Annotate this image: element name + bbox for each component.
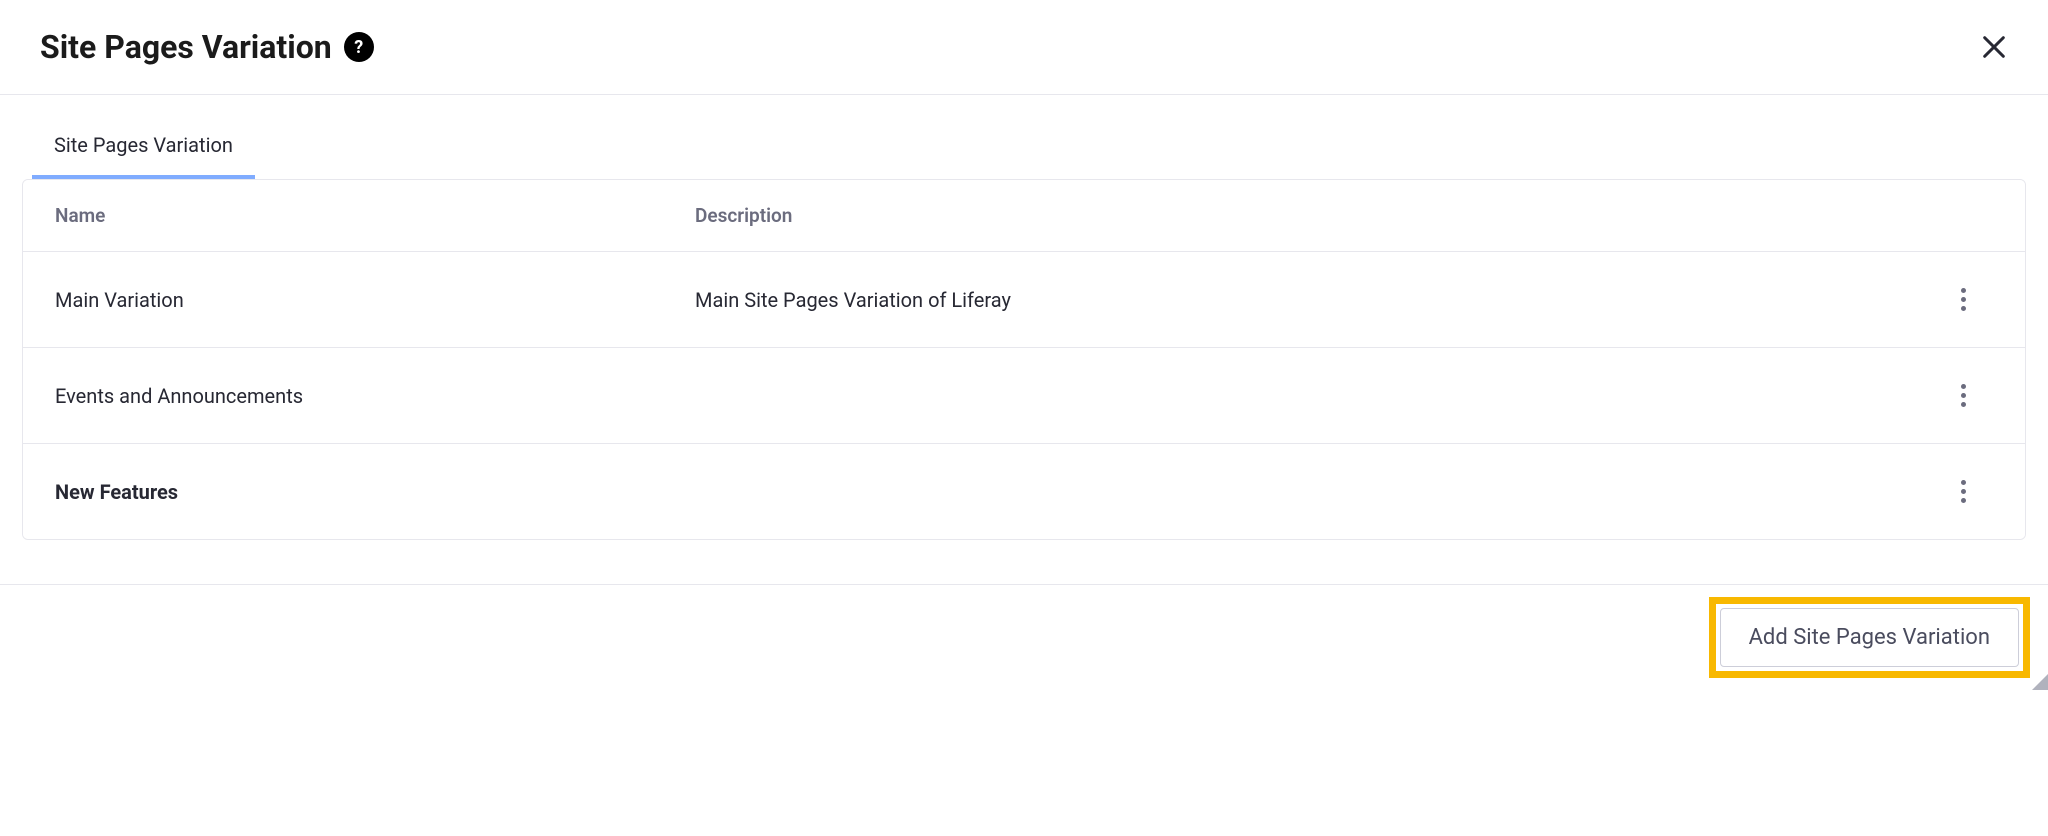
kebab-icon <box>1955 474 1972 509</box>
variations-table: Name Description Main Variation Main Sit… <box>22 179 2026 540</box>
row-description: Main Site Pages Variation of Liferay <box>695 288 1933 312</box>
table-header-row: Name Description <box>23 180 2025 252</box>
help-icon[interactable]: ? <box>344 32 374 62</box>
row-name: Main Variation <box>55 288 695 312</box>
resize-handle-icon[interactable] <box>2032 674 2048 690</box>
page-title: Site Pages Variation <box>40 28 332 66</box>
table-row[interactable]: Events and Announcements <box>23 348 2025 444</box>
tabs: Site Pages Variation <box>22 115 2026 179</box>
column-header-actions <box>1933 204 1993 227</box>
kebab-icon <box>1955 378 1972 413</box>
tab-site-pages-variation[interactable]: Site Pages Variation <box>32 115 255 179</box>
row-actions-menu[interactable] <box>1933 378 1993 413</box>
table-row[interactable]: New Features <box>23 444 2025 539</box>
modal-header: Site Pages Variation ? <box>0 0 2048 95</box>
row-actions-menu[interactable] <box>1933 474 1993 509</box>
highlight-box: Add Site Pages Variation <box>1709 597 2030 678</box>
column-header-name[interactable]: Name <box>55 204 695 227</box>
row-actions-menu[interactable] <box>1933 282 1993 317</box>
row-name: New Features <box>55 480 695 504</box>
close-icon[interactable] <box>1980 33 2008 61</box>
modal-footer: Add Site Pages Variation <box>0 584 2048 690</box>
column-header-description[interactable]: Description <box>695 204 1933 227</box>
content-area: Site Pages Variation Name Description Ma… <box>0 115 2048 540</box>
row-name: Events and Announcements <box>55 384 695 408</box>
table-row[interactable]: Main Variation Main Site Pages Variation… <box>23 252 2025 348</box>
kebab-icon <box>1955 282 1972 317</box>
header-left: Site Pages Variation ? <box>40 28 374 66</box>
add-site-pages-variation-button[interactable]: Add Site Pages Variation <box>1720 608 2019 667</box>
